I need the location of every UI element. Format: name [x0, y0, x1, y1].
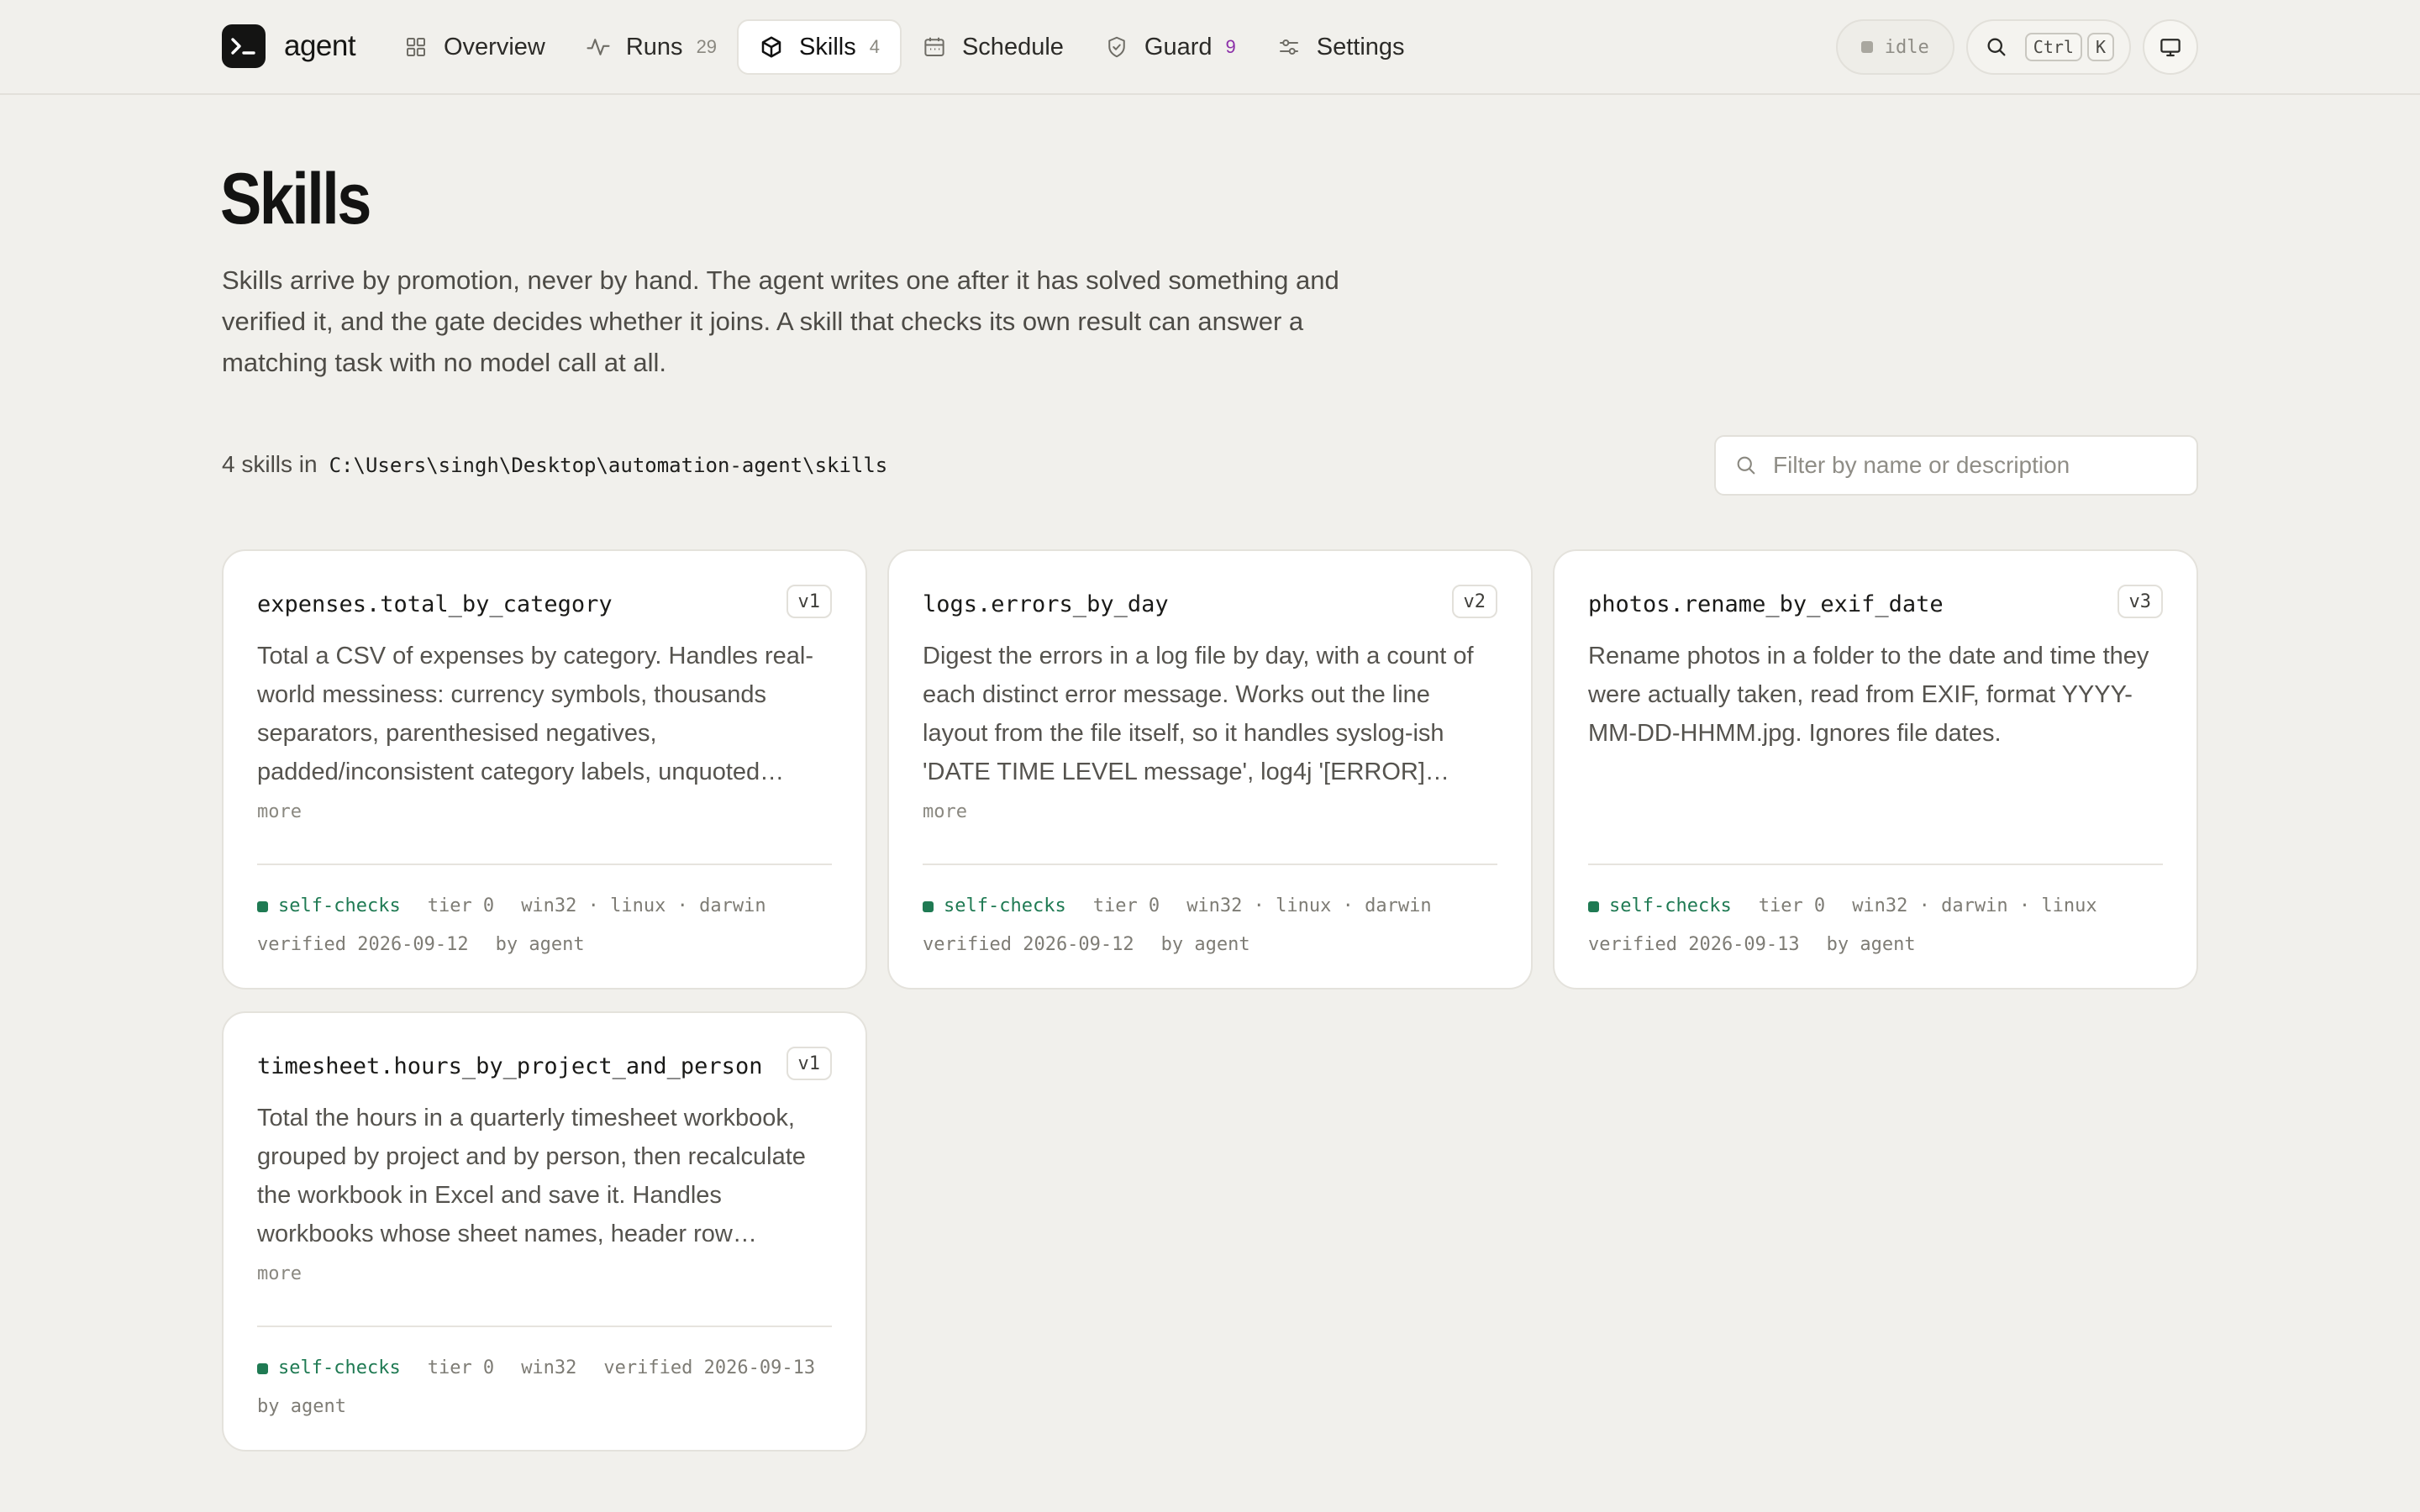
app-name: agent [284, 29, 356, 62]
nav-label: Skills [799, 33, 856, 60]
nav-runs[interactable]: Runs 29 [566, 19, 737, 75]
nav-label: Runs [625, 33, 683, 60]
brand[interactable]: agent [222, 24, 356, 68]
self-checks-badge: self-checks [257, 887, 401, 926]
page-description: Skills arrive by promotion, never by han… [222, 265, 1339, 377]
guard-count-badge: 9 [1225, 36, 1236, 57]
terminal-logo-icon [222, 24, 266, 68]
skills-location: 4 skills in C:\Users\singh\Desktop\autom… [222, 451, 887, 478]
cube-icon [759, 34, 784, 60]
skills-path: C:\Users\singh\Desktop\automation-agent\… [329, 454, 888, 477]
skill-name: expenses.total_by_category [257, 591, 613, 617]
divider [257, 1326, 832, 1327]
skill-author: by agent [257, 1396, 346, 1417]
skill-tier: tier 0 [1092, 895, 1160, 916]
skill-name: photos.rename_by_exif_date [1588, 591, 1944, 617]
divider [1588, 864, 2163, 865]
skill-description: Rename photos in a folder to the date an… [1588, 643, 2149, 747]
monitor-icon [2158, 34, 2183, 60]
skill-card[interactable]: timesheet.hours_by_project_and_person v1… [222, 1011, 867, 1452]
skill-meta: self-checks tier 0 win32 · darwin · linu… [1588, 887, 2176, 964]
nav-settings[interactable]: Settings [1256, 19, 1425, 75]
check-label: self-checks [278, 895, 401, 916]
skill-platforms: win32 · linux · darwin [1186, 895, 1432, 916]
skill-card[interactable]: logs.errors_by_day v2 Digest the errors … [887, 549, 1533, 990]
kbd-ctrl: Ctrl [2024, 33, 2082, 61]
skill-platforms: win32 · linux · darwin [521, 895, 766, 916]
skill-version-badge: v1 [786, 585, 832, 618]
skills-count-label: 4 skills in [222, 451, 318, 477]
nav-label: Guard [1144, 33, 1213, 60]
skill-description: Total a CSV of expenses by category. Han… [257, 643, 813, 785]
skill-version-badge: v3 [2117, 585, 2163, 618]
search-icon [1985, 35, 2008, 59]
self-checks-badge: self-checks [923, 887, 1066, 926]
skill-card[interactable]: expenses.total_by_category v1 Total a CS… [222, 549, 867, 990]
filter-field[interactable] [1714, 435, 2198, 496]
nav-schedule[interactable]: Schedule [902, 19, 1084, 75]
calendar-icon [922, 34, 947, 60]
skill-version-badge: v1 [786, 1047, 832, 1080]
runs-count-badge: 29 [696, 36, 718, 57]
self-checks-badge: self-checks [1588, 887, 1732, 926]
display-toggle-button[interactable] [2143, 19, 2198, 75]
skills-count-badge: 4 [869, 36, 880, 57]
check-dot-icon [923, 900, 934, 912]
skill-tier: tier 0 [1758, 895, 1826, 916]
top-bar: agent Overview Runs 29 Skills 4 Schedule… [0, 0, 2420, 95]
nav-label: Overview [444, 33, 545, 60]
skill-name: timesheet.hours_by_project_and_person [257, 1053, 763, 1079]
activity-icon [586, 34, 611, 60]
skill-verified: verified 2026-09-13 [1588, 934, 1800, 955]
self-checks-badge: self-checks [257, 1349, 401, 1388]
skill-description: Digest the errors in a log file by day, … [923, 643, 1474, 785]
more-link[interactable]: more [257, 801, 302, 822]
check-dot-icon [257, 900, 268, 912]
skill-description: Total the hours in a quarterly timesheet… [257, 1105, 806, 1247]
status-text: idle [1884, 36, 1929, 58]
skill-name: logs.errors_by_day [923, 591, 1169, 617]
skill-verified: verified 2026-09-12 [923, 934, 1134, 955]
more-link[interactable]: more [923, 801, 967, 822]
filter-input[interactable] [1773, 452, 2176, 479]
agent-status-badge: idle [1835, 19, 1954, 75]
check-dot-icon [1588, 900, 1599, 912]
skill-platforms: win32 · darwin · linux [1852, 895, 2097, 916]
shield-icon [1104, 34, 1129, 60]
nav-label: Schedule [961, 33, 1064, 60]
skill-card[interactable]: photos.rename_by_exif_date v3 Rename pho… [1553, 549, 2198, 990]
check-label: self-checks [944, 895, 1066, 916]
nav-guard[interactable]: Guard 9 [1084, 19, 1256, 75]
main-nav: Overview Runs 29 Skills 4 Schedule Guard… [383, 19, 1425, 75]
skill-meta: self-checks tier 0 win32 · linux · darwi… [923, 887, 1511, 964]
top-right-controls: idle Ctrl K [1835, 19, 2198, 75]
more-link[interactable]: more [257, 1263, 302, 1284]
skill-author: by agent [1826, 934, 1916, 955]
nav-overview[interactable]: Overview [383, 19, 566, 75]
status-dot-icon [1860, 41, 1873, 53]
skill-author: by agent [495, 934, 585, 955]
skill-verified: verified 2026-09-12 [257, 934, 469, 955]
nav-label: Settings [1316, 33, 1405, 60]
skill-tier: tier 0 [427, 895, 495, 916]
skill-tier: tier 0 [427, 1357, 495, 1378]
skill-platforms: win32 [521, 1357, 577, 1378]
skill-meta: self-checks tier 0 win32 verified 2026-0… [257, 1349, 845, 1426]
check-dot-icon [257, 1362, 268, 1374]
page-title: Skills [220, 159, 371, 239]
command-search-button[interactable]: Ctrl K [1965, 19, 2131, 75]
skill-verified: verified 2026-09-13 [603, 1357, 816, 1378]
skill-version-badge: v2 [1451, 585, 1497, 618]
skill-author: by agent [1160, 934, 1250, 955]
divider [257, 864, 832, 865]
sliders-icon [1276, 34, 1302, 60]
search-icon [1734, 454, 1758, 477]
check-label: self-checks [278, 1357, 401, 1378]
grid-icon [403, 34, 429, 60]
divider [923, 864, 1497, 865]
nav-skills[interactable]: Skills 4 [737, 19, 902, 75]
skill-meta: self-checks tier 0 win32 · linux · darwi… [257, 887, 845, 964]
kbd-k: K [2086, 33, 2114, 61]
check-label: self-checks [1609, 895, 1732, 916]
